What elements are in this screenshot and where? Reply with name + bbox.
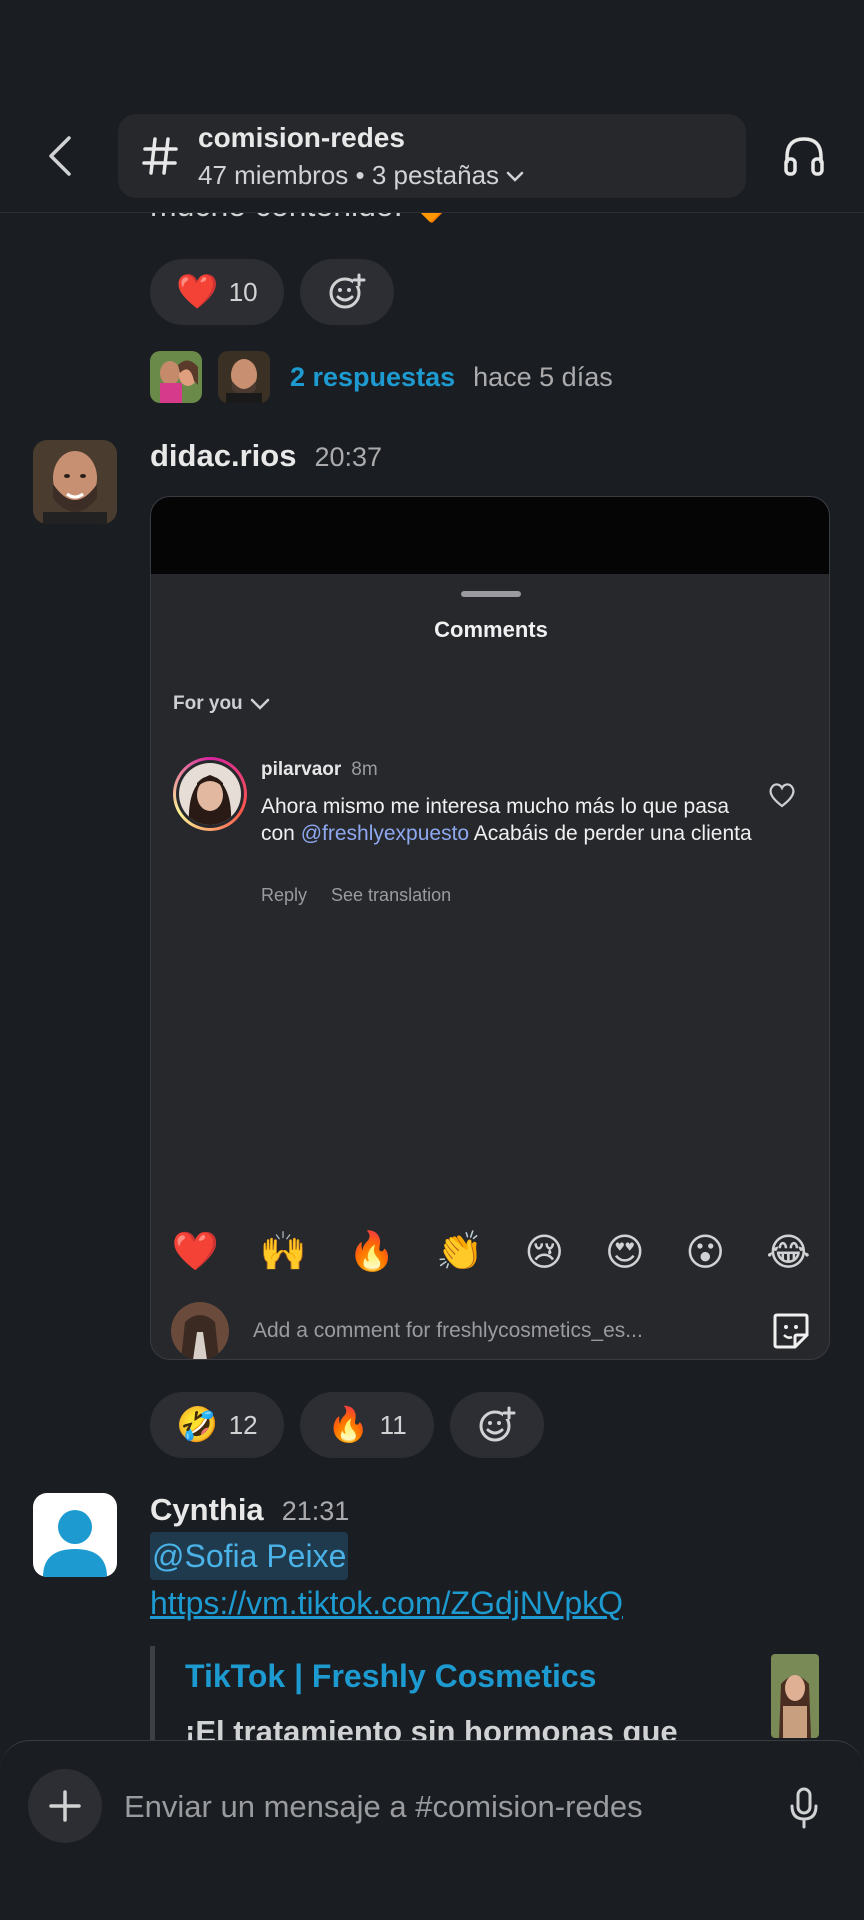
reply-avatar [150,351,202,403]
message-input[interactable] [124,1781,744,1833]
screenshot-comment-input: Add a comment for freshlycosmetics_es... [171,1302,811,1359]
reaction-rofl[interactable]: 🤣 12 [150,1392,284,1458]
emoji: 👏 [436,1231,484,1273]
headphones-icon [784,137,824,176]
emoji: 😮 [685,1231,726,1274]
emoji: 🔥 [347,1231,396,1273]
fire-emoji: 🔥 [327,1406,370,1444]
commenter-avatar [173,757,247,831]
message-time: 21:31 [281,1496,350,1526]
channel-meta: 47 miembros • 3 pestañas [198,160,525,191]
comments-title: Comments [434,617,548,642]
screenshot-top-bar [151,497,829,574]
rofl-emoji: 🤣 [176,1406,219,1444]
replies-link[interactable]: 2 respuestas [290,362,455,393]
channel-header: comision-redes 47 miembros • 3 pestañas [0,0,864,213]
reaction-count: 10 [228,276,258,307]
heart-emoji: ❤️ [176,273,219,311]
hash-icon [140,132,180,180]
message-composer [0,1740,864,1920]
avatar[interactable] [33,1493,117,1577]
chevron-down-icon [250,698,269,710]
attached-screenshot[interactable]: Comments For you pilarvaor 8m Ahora mismo… [150,496,830,1360]
thread-summary[interactable]: 2 respuestas hace 5 días [150,350,613,404]
message-link[interactable]: https://vm.tiktok.com/ZGdjNVpkQ [150,1585,623,1622]
link-preview-title[interactable]: TikTok | Freshly Cosmetics [185,1658,596,1695]
message-time: 20:37 [314,442,383,472]
user-mention[interactable]: @Sofia Peixe [150,1532,349,1580]
emoji: 🙌 [259,1231,308,1273]
add-reaction-button[interactable] [300,259,394,325]
huddle-button[interactable] [778,130,830,182]
see-translation-label: See translation [331,885,452,905]
emoji: 😢 [524,1231,565,1274]
sheet-handle [461,591,521,597]
reaction-count: 12 [228,1409,258,1440]
message-author[interactable]: Cynthia [150,1492,264,1528]
comment-text: Ahora mismo me interesa mucho más lo que… [261,795,752,845]
comment-actions: Reply See translation [261,885,451,906]
avatar [171,1302,229,1359]
add-reaction-button[interactable] [450,1392,544,1458]
replies-time: hace 5 días [473,361,613,392]
link-preview-description: ¡El tratamiento sin hormonas que [185,1714,678,1740]
chevron-down-icon [506,171,524,182]
emoji: ❤️ [171,1231,219,1273]
link-preview-thumbnail[interactable] [771,1654,819,1738]
back-button[interactable] [40,128,80,184]
voice-button[interactable] [784,1783,824,1833]
emoji-bar: ❤️ 🙌 🔥 👏 😢 😍 😮 😂 [151,1217,829,1287]
back-arrow-icon [49,136,71,176]
for-you-filter: For you [173,693,271,715]
emoji: 😂 [766,1231,811,1274]
channel-info-button[interactable]: comision-redes 47 miembros • 3 pestañas [118,114,746,198]
commenter-username: pilarvaor 8m [261,759,378,780]
channel-name: comision-redes [198,122,405,153]
attach-button[interactable] [28,1769,102,1843]
heart-icon [769,783,795,808]
link-preview[interactable]: TikTok | Freshly Cosmetics ¡El tratamien… [150,1646,830,1740]
reply-label: Reply [261,885,308,905]
message-author[interactable]: didac.rios [150,438,296,474]
microphone-icon [790,1787,818,1829]
add-reaction-icon [329,273,366,309]
reaction-heart[interactable]: ❤️ 10 [150,259,284,325]
screenshot-comment-placeholder: Add a comment for freshlycosmetics_es... [253,1319,643,1342]
avatar[interactable] [33,440,117,524]
add-reaction-icon [479,1406,516,1442]
plus-icon [49,1790,81,1822]
emoji: 😍 [605,1231,645,1274]
reply-avatar [218,351,270,403]
sticker-icon [773,1313,809,1349]
reaction-fire[interactable]: 🔥 11 [300,1392,434,1458]
reaction-count: 11 [379,1409,407,1440]
message-feed[interactable]: mucho contenido. 🔶 ❤️ 10 2 respuestas ha… [0,0,864,1740]
